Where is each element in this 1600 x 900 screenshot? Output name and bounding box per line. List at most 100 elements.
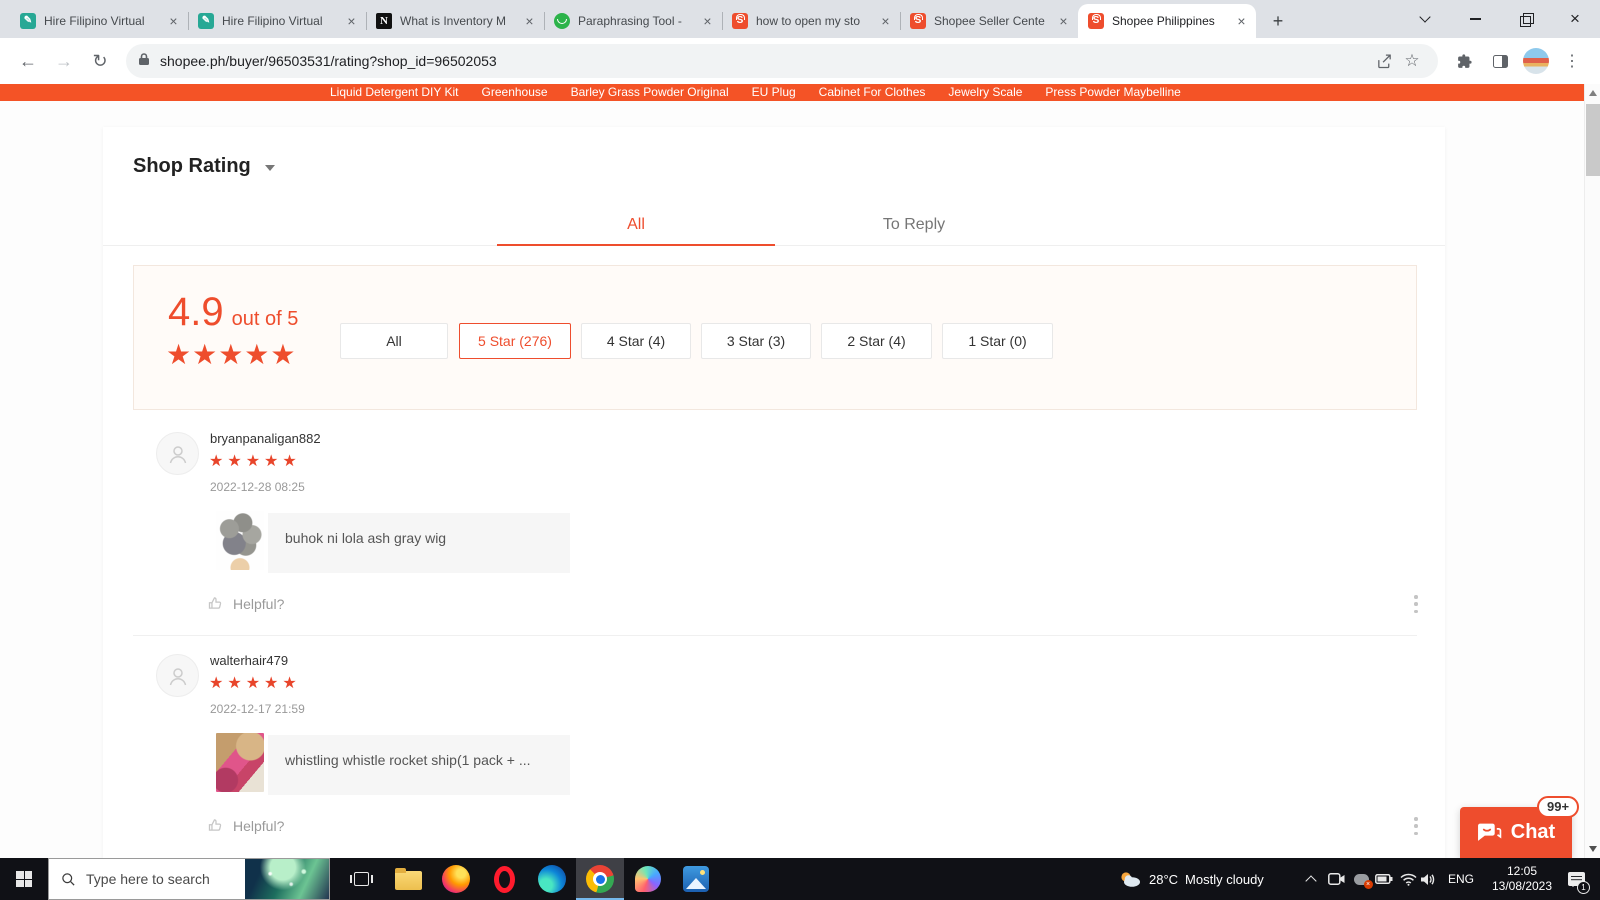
- product-box[interactable]: buhok ni lola ash gray wig: [268, 513, 570, 573]
- profile-avatar[interactable]: [1520, 45, 1552, 77]
- address-bar[interactable]: shopee.ph/buyer/96503531/rating?shop_id=…: [126, 44, 1438, 78]
- product-thumbnail[interactable]: [216, 511, 264, 570]
- search-highlight-image[interactable]: [245, 859, 329, 899]
- browser-tab-1[interactable]: Hire Filipino Virtual: [10, 4, 188, 38]
- taskbar-firefox[interactable]: [432, 858, 480, 900]
- tab-close-icon[interactable]: [165, 13, 182, 30]
- tray-expand-icon[interactable]: [1300, 858, 1322, 900]
- avatar[interactable]: [156, 432, 199, 475]
- review-username[interactable]: bryanpanaligan882: [210, 431, 321, 446]
- onedrive-status-icon[interactable]: [1349, 858, 1373, 900]
- helpful-button[interactable]: Helpful?: [207, 595, 284, 612]
- browser-tab-5[interactable]: how to open my sto: [722, 4, 900, 38]
- tab-to-reply[interactable]: To Reply: [775, 205, 1053, 246]
- tab-title: Hire Filipino Virtual: [44, 14, 145, 28]
- n-site-favicon: [376, 13, 392, 29]
- new-tab-button[interactable]: [1264, 7, 1292, 35]
- thumbs-up-icon: [208, 819, 222, 831]
- taskbar-photos[interactable]: [672, 858, 720, 900]
- category-link[interactable]: Barley Grass Powder Original: [571, 84, 729, 101]
- notification-badge: 1: [1577, 881, 1590, 894]
- review-item: walterhair479 ★★★★★ 2022-12-17 21:59 whi…: [103, 649, 1445, 857]
- meet-now-icon[interactable]: [1324, 858, 1348, 900]
- page-title-text: Shop Rating: [133, 155, 251, 177]
- close-window-button[interactable]: [1550, 0, 1600, 38]
- taskbar-weather[interactable]: 28°C Mostly cloudy: [1118, 858, 1264, 900]
- forward-icon[interactable]: →: [48, 45, 80, 77]
- filter-2-star-button[interactable]: 2 Star (4): [821, 323, 932, 359]
- chat-unread-badge: 99+: [1537, 796, 1580, 818]
- thumbs-up-icon: [208, 597, 222, 609]
- browser-tab-4[interactable]: Paraphrasing Tool -: [544, 4, 722, 38]
- tab-title: how to open my sto: [756, 14, 861, 28]
- chat-label: Chat: [1510, 821, 1556, 843]
- category-link[interactable]: Jewelry Scale: [948, 84, 1022, 101]
- taskbar-search-input[interactable]: Type here to search: [48, 858, 330, 900]
- side-panel-icon[interactable]: [1484, 45, 1516, 77]
- shopee-category-bar: Liquid Detergent DIY Kit Greenhouse Barl…: [0, 84, 1584, 101]
- tab-close-icon[interactable]: [343, 13, 360, 30]
- battery-icon[interactable]: [1372, 858, 1396, 900]
- page-scrollbar[interactable]: [1584, 84, 1600, 858]
- review-date: 2022-12-17 21:59: [210, 702, 305, 716]
- browser-tab-active[interactable]: Shopee Philippines: [1078, 4, 1256, 38]
- review-more-options-icon[interactable]: [1408, 815, 1424, 837]
- minimize-button[interactable]: [1450, 0, 1500, 38]
- extensions-icon[interactable]: [1448, 45, 1480, 77]
- review-more-options-icon[interactable]: [1408, 593, 1424, 615]
- taskbar-colorful-app[interactable]: [624, 858, 672, 900]
- chevron-down-icon[interactable]: [264, 165, 275, 171]
- review-stars: ★★★★★: [209, 453, 301, 470]
- start-button[interactable]: [0, 858, 48, 900]
- avatar[interactable]: [156, 654, 199, 697]
- score-suffix: out of 5: [231, 308, 299, 330]
- tab-all[interactable]: All: [497, 205, 775, 246]
- restore-button[interactable]: [1500, 0, 1550, 38]
- tab-close-icon[interactable]: [1233, 13, 1250, 30]
- bookmark-star-icon[interactable]: [1398, 47, 1426, 75]
- browser-tab-2[interactable]: Hire Filipino Virtual: [188, 4, 366, 38]
- scrollbar-thumb[interactable]: [1586, 104, 1600, 176]
- shop-rating-card: Shop Rating All To Reply 4.9 out of 5 ★★…: [103, 127, 1445, 858]
- browser-tab-3[interactable]: What is Inventory M: [366, 4, 544, 38]
- back-icon[interactable]: ←: [12, 45, 44, 77]
- taskbar-edge[interactable]: [528, 858, 576, 900]
- rating-score: 4.9 out of 5: [168, 292, 298, 332]
- filter-3-star-button[interactable]: 3 Star (3): [701, 323, 811, 359]
- taskbar-clock[interactable]: 12:05 13/08/2023: [1484, 858, 1560, 900]
- filter-5-star-button[interactable]: 5 Star (276): [459, 323, 571, 359]
- tab-close-icon[interactable]: [877, 13, 894, 30]
- product-box[interactable]: whistling whistle rocket ship(1 pack + .…: [268, 735, 570, 795]
- category-link[interactable]: Press Powder Maybelline: [1045, 84, 1180, 101]
- task-view-button[interactable]: [338, 858, 384, 900]
- scroll-down-icon[interactable]: [1589, 846, 1597, 852]
- volume-icon[interactable]: [1415, 858, 1439, 900]
- filter-4-star-button[interactable]: 4 Star (4): [581, 323, 691, 359]
- category-link[interactable]: Cabinet For Clothes: [819, 84, 926, 101]
- share-icon[interactable]: [1370, 47, 1398, 75]
- tab-search-icon[interactable]: [1400, 0, 1450, 38]
- tab-close-icon[interactable]: [1055, 13, 1072, 30]
- lock-icon: [138, 52, 150, 71]
- reload-icon[interactable]: ↻: [84, 45, 116, 77]
- tab-close-icon[interactable]: [521, 13, 538, 30]
- review-username[interactable]: walterhair479: [210, 653, 288, 668]
- category-link[interactable]: Greenhouse: [482, 84, 548, 101]
- product-thumbnail[interactable]: [216, 733, 264, 792]
- product-name: buhok ni lola ash gray wig: [285, 530, 447, 546]
- action-center-button[interactable]: 1: [1556, 858, 1596, 900]
- taskbar-file-explorer[interactable]: [384, 858, 432, 900]
- category-link[interactable]: Liquid Detergent DIY Kit: [330, 84, 459, 101]
- taskbar-opera[interactable]: [480, 858, 528, 900]
- tab-title: What is Inventory M: [400, 14, 507, 28]
- filter-all-button[interactable]: All: [340, 323, 448, 359]
- category-link[interactable]: EU Plug: [752, 84, 796, 101]
- tab-close-icon[interactable]: [699, 13, 716, 30]
- helpful-button[interactable]: Helpful?: [207, 817, 284, 834]
- scroll-up-icon[interactable]: [1589, 90, 1597, 96]
- taskbar-chrome-active[interactable]: [576, 858, 624, 900]
- filter-1-star-button[interactable]: 1 Star (0): [942, 323, 1053, 359]
- browser-tab-6[interactable]: Shopee Seller Cente: [900, 4, 1078, 38]
- language-indicator[interactable]: ENG: [1442, 858, 1480, 900]
- browser-menu-icon[interactable]: [1556, 45, 1588, 77]
